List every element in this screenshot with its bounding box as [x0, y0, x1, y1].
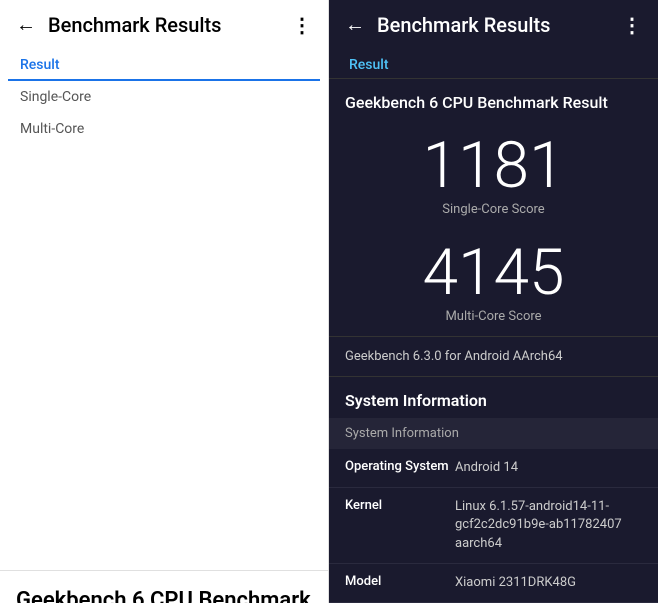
- right-info-table: System Information Operating System Andr…: [329, 418, 658, 603]
- left-more-icon[interactable]: ⋮: [292, 13, 312, 37]
- left-tab-result[interactable]: Result: [8, 49, 320, 81]
- right-version-text: Geekbench 6.3.0 for Android AArch64: [329, 336, 658, 377]
- right-benchmark-title: Geekbench 6 CPU Benchmark Result: [329, 79, 658, 122]
- right-info-row-kernel: Kernel Linux 6.1.57-android14-11-gcf2c2d…: [329, 488, 658, 564]
- right-info-row-model: Model Xiaomi 2311DRK48G: [329, 564, 658, 603]
- left-back-icon[interactable]: ←: [16, 12, 36, 37]
- right-info-key-os: Operating System: [345, 459, 455, 477]
- right-info-key-model: Model: [345, 574, 455, 592]
- left-content: Geekbench 6 CPU Benchmark Result 1623 Si…: [0, 571, 328, 603]
- left-top-bar: ← Benchmark Results ⋮: [0, 0, 328, 49]
- right-panel: ← Benchmark Results ⋮ Result Single-Core…: [329, 0, 658, 603]
- right-info-key-kernel: Kernel: [345, 498, 455, 553]
- right-single-core-score: 1181: [345, 134, 642, 198]
- right-top-bar: ← Benchmark Results ⋮: [329, 0, 658, 49]
- left-benchmark-title: Geekbench 6 CPU Benchmark: [16, 587, 312, 603]
- right-content: Geekbench 6 CPU Benchmark Result 1181 Si…: [329, 79, 658, 603]
- right-info-value-os: Android 14: [455, 459, 642, 477]
- right-single-core-block: 1181 Single-Core Score: [329, 122, 658, 229]
- right-multi-core-label: Multi-Core Score: [345, 309, 642, 324]
- right-multi-core-block: 4145 Multi-Core Score: [329, 229, 658, 336]
- right-single-core-label: Single-Core Score: [345, 202, 642, 217]
- right-info-row-os: Operating System Android 14: [329, 449, 658, 488]
- right-system-info-header: System Information: [329, 377, 658, 418]
- right-more-icon[interactable]: ⋮: [622, 13, 642, 37]
- left-tab-single-core[interactable]: Single-Core: [8, 81, 320, 113]
- right-back-icon[interactable]: ←: [345, 12, 365, 37]
- right-top-bar-left: ← Benchmark Results: [345, 12, 550, 37]
- left-panel: ← Benchmark Results ⋮ Result Single-Core…: [0, 0, 329, 603]
- right-info-section-label: System Information: [329, 418, 658, 449]
- right-tab-result[interactable]: Result: [337, 49, 650, 79]
- left-top-bar-left: ← Benchmark Results: [16, 12, 221, 37]
- left-tab-multi-core[interactable]: Multi-Core: [8, 113, 320, 145]
- right-multi-core-score: 4145: [345, 241, 642, 305]
- left-page-title: Benchmark Results: [48, 13, 221, 37]
- right-tabs: Result Single-Core Multi-Core: [329, 49, 658, 79]
- right-info-value-kernel: Linux 6.1.57-android14-11-gcf2c2dc91b9e-…: [455, 498, 642, 553]
- right-info-value-model: Xiaomi 2311DRK48G: [455, 574, 642, 592]
- left-tabs: Result Single-Core Multi-Core: [0, 49, 329, 571]
- right-page-title: Benchmark Results: [377, 13, 550, 37]
